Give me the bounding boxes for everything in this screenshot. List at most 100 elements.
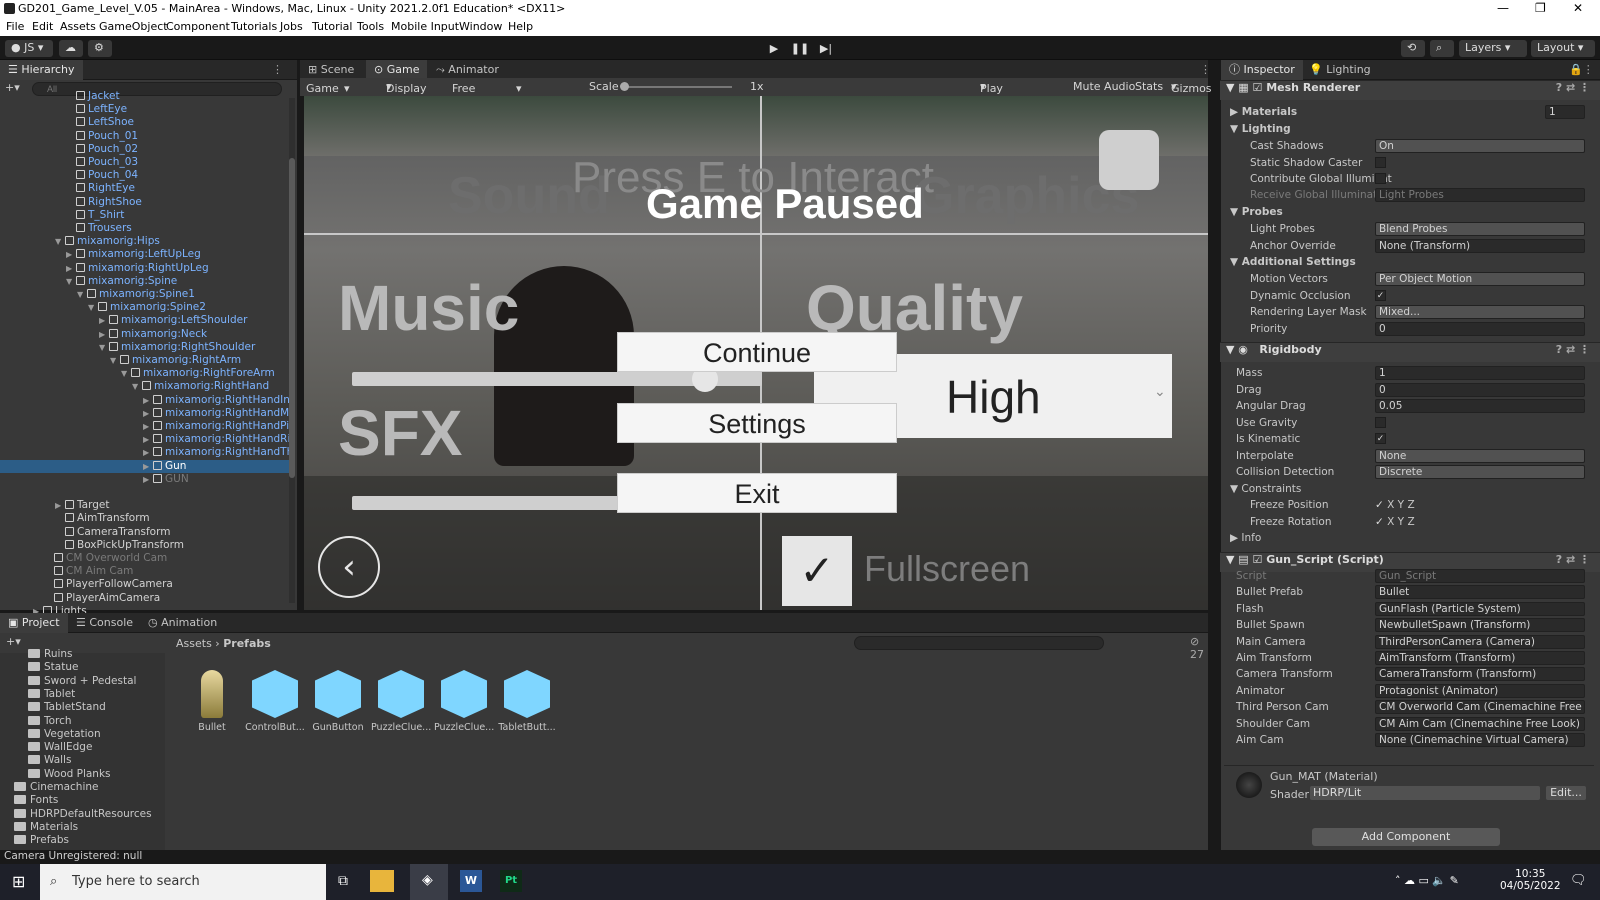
tab-inspector[interactable]: ⓘ Inspector [1221, 60, 1303, 80]
freeze-rotation-checkboxes[interactable]: ✓ X Y Z [1375, 516, 1415, 528]
hierarchy-row[interactable]: Trousers [0, 222, 290, 235]
hierarchy-row[interactable]: Jacket [0, 90, 290, 103]
scale-slider[interactable] [620, 82, 732, 91]
hierarchy-row[interactable]: ▼ mixamorig:RightForeArm [0, 367, 290, 380]
menu-file[interactable]: File [6, 20, 24, 33]
hierarchy-scroll-thumb[interactable] [289, 158, 295, 478]
rigidbody-menu-icon[interactable]: ? ⇄ ⋮ [1556, 343, 1590, 356]
expand-down-icon[interactable]: ▼ [110, 354, 120, 367]
add-component-button[interactable]: Add Component [1312, 828, 1500, 846]
additional-settings-foldout[interactable]: ▼ Additional Settings [1230, 256, 1356, 268]
hierarchy-row[interactable]: Pouch_01 [0, 130, 290, 143]
expand-down-icon[interactable]: ▼ [77, 288, 87, 301]
collision-detection-dropdown[interactable]: Discrete [1375, 465, 1585, 479]
hierarchy-row[interactable]: ▶ mixamorig:RightHandRing [0, 433, 290, 446]
hierarchy-row[interactable]: LeftEye [0, 103, 290, 116]
hierarchy-row[interactable]: ▼ mixamorig:Spine2 [0, 301, 290, 314]
file-explorer-icon[interactable] [370, 870, 394, 892]
cloud-icon[interactable]: ☁ [59, 40, 83, 57]
project-folder[interactable]: HDRPDefaultResources [14, 808, 152, 820]
tab-animator[interactable]: ⤳ Animator [428, 60, 507, 80]
hierarchy-row[interactable]: ▼ mixamorig:RightArm [0, 354, 290, 367]
script-field-value[interactable]: GunFlash (Particle System) [1375, 601, 1585, 616]
expand-right-icon[interactable]: ▶ [143, 407, 153, 420]
hierarchy-row[interactable]: ▼ mixamorig:Spine1 [0, 288, 290, 301]
materials-foldout[interactable]: ▶ Materials [1230, 106, 1297, 118]
hierarchy-row[interactable]: ▼ mixamorig:RightHand [0, 380, 290, 393]
script-field-value[interactable]: Protagonist (Animator) [1375, 683, 1585, 698]
tab-animation[interactable]: ◷ Animation [140, 613, 225, 633]
project-folder[interactable]: Statue [28, 661, 78, 673]
static-shadow-checkbox[interactable] [1375, 157, 1386, 168]
unity-taskbar-icon[interactable]: ◈ [410, 864, 448, 900]
priority-field[interactable]: 0 [1375, 322, 1585, 336]
hidden-count-icon[interactable]: ⊘ 27 [1190, 635, 1208, 661]
probes-foldout[interactable]: ▼ Probes [1230, 206, 1283, 218]
hierarchy-scrollbar[interactable] [289, 98, 295, 603]
project-folder[interactable]: TabletStand [28, 701, 106, 713]
expand-right-icon[interactable]: ▶ [143, 433, 153, 446]
script-field-value[interactable]: CM Overworld Cam (Cinemachine Free [1375, 700, 1585, 715]
hierarchy-row[interactable]: ▶ mixamorig:RightHandInde [0, 394, 290, 407]
script-field-value[interactable]: ThirdPersonCamera (Camera) [1375, 634, 1585, 649]
project-folder[interactable]: Sword + Pedestal [28, 675, 136, 687]
play-mode-dropdown[interactable]: Play Unfocused ▾ [980, 80, 1038, 108]
project-folder[interactable]: Materials [14, 821, 78, 833]
use-gravity-checkbox[interactable] [1375, 417, 1386, 428]
lock-icon[interactable]: ⋮ [272, 63, 283, 76]
hierarchy-row[interactable]: ▶ GUN [0, 473, 290, 486]
tab-game[interactable]: ⊙ Game [366, 60, 428, 80]
mute-audio-toggle[interactable]: Mute Audio [1073, 80, 1135, 93]
expand-right-icon[interactable]: ▶ [143, 460, 153, 473]
display-dropdown[interactable]: Display 1 ▾ [386, 80, 427, 108]
hierarchy-row[interactable]: ▼ mixamorig:RightShoulder [0, 341, 290, 354]
layers-dropdown[interactable]: Layers ▾ [1459, 40, 1527, 57]
asset-item[interactable]: PuzzleClue... [371, 670, 431, 733]
expand-right-icon[interactable]: ▶ [66, 248, 76, 261]
expand-down-icon[interactable]: ▼ [66, 275, 76, 288]
materials-count[interactable]: 1 [1545, 105, 1585, 119]
mesh-renderer-header[interactable]: ▼ ▦ ☑ Mesh Renderer? ⇄ ⋮ [1220, 80, 1600, 100]
info-foldout[interactable]: ▶ Info [1230, 532, 1261, 544]
music-volume-slider[interactable] [352, 366, 762, 392]
menu-jobs[interactable]: Jobs [280, 20, 303, 33]
script-field-value[interactable]: AimTransform (Transform) [1375, 651, 1585, 665]
pause-close-icon[interactable] [1099, 130, 1159, 190]
step-icon[interactable]: ▶| [815, 40, 837, 57]
project-search-input[interactable] [854, 636, 1104, 650]
project-folder[interactable]: Cinemachine [14, 781, 99, 793]
expand-right-icon[interactable]: ▶ [99, 314, 109, 327]
windows-start-icon[interactable]: ⊞ [12, 872, 25, 891]
constraints-foldout[interactable]: ▼ Constraints [1230, 483, 1301, 495]
search-icon[interactable]: ⌕ [1430, 40, 1454, 57]
anchor-override-field[interactable]: None (Transform) [1375, 239, 1585, 253]
project-folder[interactable]: Tablet [28, 688, 75, 700]
light-probes-dropdown[interactable]: Blend Probes [1375, 222, 1585, 236]
gizmos-dropdown[interactable]: Gizmos ▾ [1171, 80, 1212, 95]
script-field-value[interactable]: None (Cinemachine Virtual Camera) [1375, 733, 1585, 747]
asset-item[interactable]: GunButton [308, 670, 368, 733]
hierarchy-row[interactable]: ▶ mixamorig:RightHandPink [0, 420, 290, 433]
hierarchy-row[interactable]: RightEye [0, 182, 290, 195]
hierarchy-row[interactable]: LeftShoe [0, 116, 290, 129]
exit-button[interactable]: Exit [617, 473, 897, 513]
cast-shadows-dropdown[interactable]: On [1375, 139, 1585, 153]
menu-tutorial[interactable]: Tutorial [312, 20, 352, 33]
asset-item[interactable]: TabletButt... [497, 670, 557, 733]
tab-console[interactable]: ☰ Console [68, 613, 141, 633]
tab-hierarchy[interactable]: ☰ Hierarchy [0, 60, 83, 80]
expand-right-icon[interactable]: ▶ [143, 473, 153, 486]
hierarchy-row[interactable]: RightShoe [0, 196, 290, 209]
breadcrumb-prefabs[interactable]: Prefabs [223, 637, 271, 650]
system-tray-icons[interactable]: ˄ ☁ ▭ 🔈 ✎ [1395, 874, 1459, 887]
menu-window[interactable]: Window [459, 20, 502, 33]
menu-gameobject[interactable]: GameObject [99, 20, 168, 33]
history-icon[interactable]: ⟲ [1401, 40, 1425, 57]
play-icon[interactable]: ▶ [763, 40, 785, 57]
expand-down-icon[interactable]: ▼ [55, 235, 65, 248]
asset-item[interactable]: Bullet [182, 670, 242, 733]
breadcrumb-assets[interactable]: Assets [176, 637, 212, 650]
menu-edit[interactable]: Edit [32, 20, 53, 33]
expand-down-icon[interactable]: ▼ [132, 380, 142, 393]
hierarchy-row[interactable]: AimTransform [0, 512, 290, 525]
